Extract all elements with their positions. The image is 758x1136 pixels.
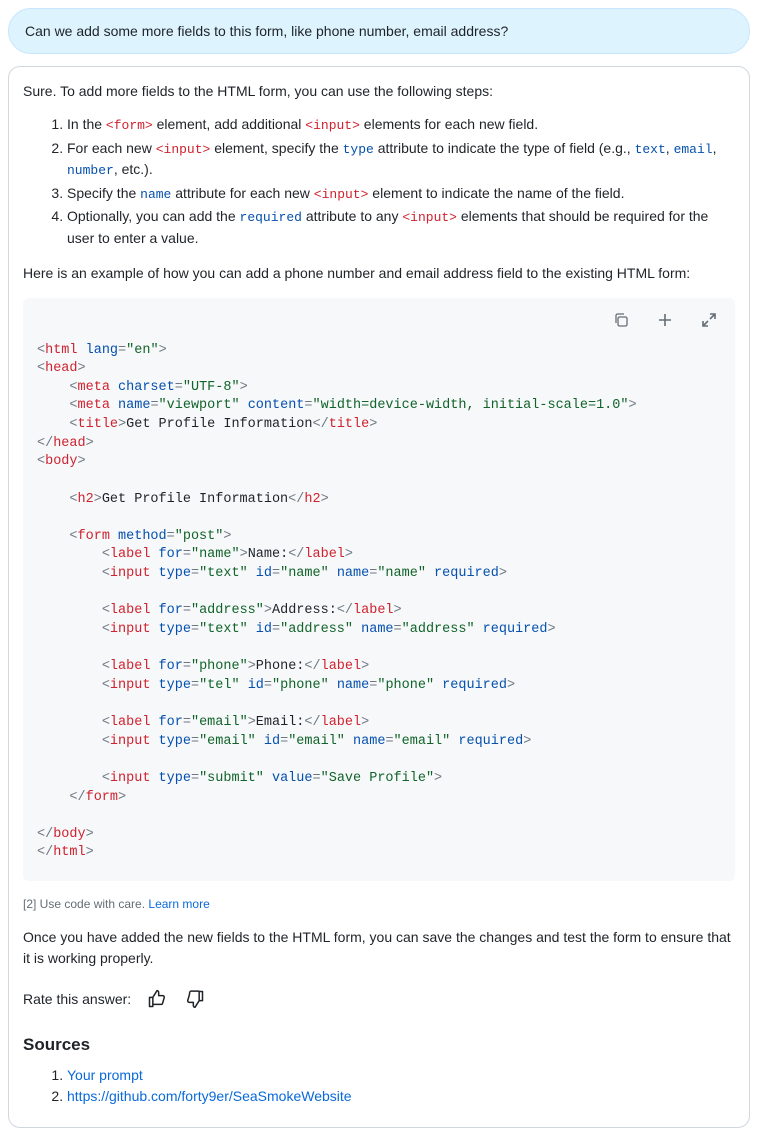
user-message: Can we add some more fields to this form… — [8, 8, 750, 54]
inline-code: number — [67, 163, 114, 178]
sources-list: Your prompt https://github.com/forty9er/… — [67, 1065, 735, 1107]
code-disclaimer: [2] Use code with care. Learn more — [23, 897, 735, 911]
intro-text: Sure. To add more fields to the HTML for… — [23, 81, 735, 102]
code-content: <html lang="en"> <head> <meta charset="U… — [23, 332, 735, 882]
inline-code: email — [674, 142, 713, 157]
inline-code: <input> — [402, 210, 457, 225]
disclaimer-ref: [2] — [23, 897, 36, 911]
source-item: https://github.com/forty9er/SeaSmokeWebs… — [67, 1086, 735, 1107]
user-message-text: Can we add some more fields to this form… — [25, 23, 508, 39]
expand-icon[interactable] — [697, 308, 721, 332]
copy-icon[interactable] — [609, 308, 633, 332]
inline-code: <input> — [314, 187, 369, 202]
rate-row: Rate this answer: — [23, 987, 735, 1011]
code-toolbar — [23, 298, 735, 332]
inline-code: text — [635, 142, 666, 157]
inline-code: <form> — [106, 118, 153, 133]
rate-label: Rate this answer: — [23, 991, 131, 1007]
assistant-response: Sure. To add more fields to the HTML for… — [8, 66, 750, 1128]
source-item: Your prompt — [67, 1065, 735, 1086]
inline-code: required — [240, 210, 302, 225]
step-item: In the <form> element, add additional <i… — [67, 114, 735, 136]
thumbs-down-icon[interactable] — [183, 987, 207, 1011]
inline-code: <input> — [305, 118, 360, 133]
thumbs-up-icon[interactable] — [145, 987, 169, 1011]
plus-icon[interactable] — [653, 308, 677, 332]
step-item: Optionally, you can add the required att… — [67, 206, 735, 249]
followup-text: Here is an example of how you can add a … — [23, 263, 735, 284]
code-block: <html lang="en"> <head> <meta charset="U… — [23, 298, 735, 882]
inline-code: <input> — [156, 142, 211, 157]
step-item: Specify the name attribute for each new … — [67, 183, 735, 205]
source-link[interactable]: https://github.com/forty9er/SeaSmokeWebs… — [67, 1088, 352, 1104]
inline-code: name — [140, 187, 171, 202]
steps-list: In the <form> element, add additional <i… — [67, 114, 735, 249]
source-link[interactable]: Your prompt — [67, 1067, 143, 1083]
inline-code: type — [343, 142, 374, 157]
followup-text-2: Once you have added the new fields to th… — [23, 927, 735, 969]
learn-more-link[interactable]: Learn more — [148, 897, 209, 911]
step-item: For each new <input> element, specify th… — [67, 138, 735, 181]
sources-heading: Sources — [23, 1035, 735, 1055]
